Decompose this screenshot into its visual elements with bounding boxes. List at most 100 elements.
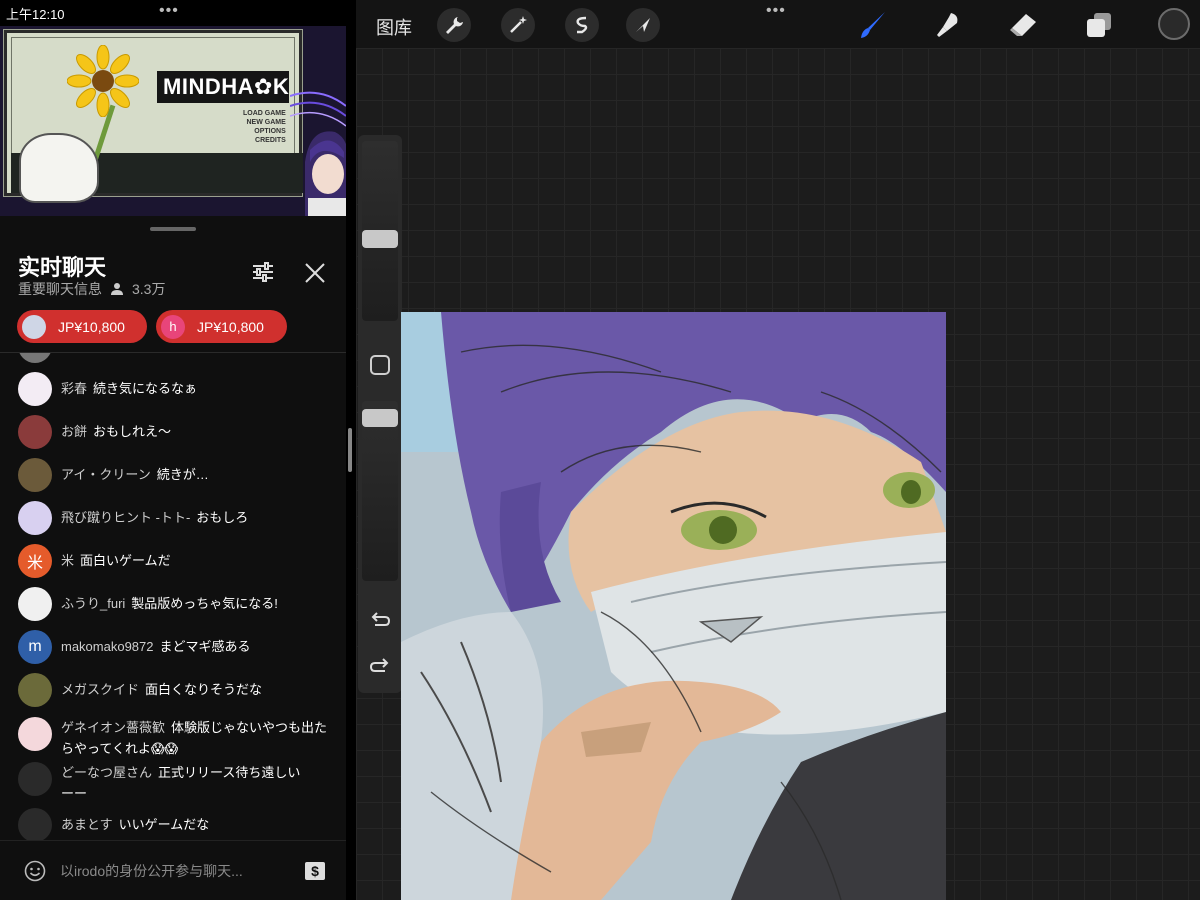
layers-icon xyxy=(1087,13,1111,37)
undo-icon[interactable] xyxy=(369,609,391,631)
artwork-canvas[interactable] xyxy=(401,312,946,900)
super-chat-ticker[interactable]: JP¥10,800 xyxy=(17,310,147,343)
chat-input[interactable] xyxy=(60,859,290,883)
multitask-dots-icon[interactable]: ••• xyxy=(766,3,786,19)
avatar xyxy=(18,353,52,363)
emoji-icon[interactable] xyxy=(24,860,46,882)
chat-message-text: 彩春 続き気になるなぁ xyxy=(61,378,197,399)
selection-button[interactable] xyxy=(565,8,599,42)
chat-message-text: お餅 おもしれえ～ xyxy=(61,421,171,442)
brush-opacity-track[interactable] xyxy=(362,401,398,581)
procreate-canvas-area[interactable]: 图库 ••• xyxy=(356,0,1200,900)
filter-sliders-icon[interactable] xyxy=(252,262,274,282)
eraser-tool[interactable] xyxy=(1006,8,1040,42)
chat-message[interactable]: どーなつ屋さん 正式リリース待ち遠しいーー xyxy=(18,762,338,804)
brush-size-slider[interactable] xyxy=(362,230,398,248)
chat-message-list[interactable]: 彩春 続き気になるなぁ お餅 おもしれえ～ アイ・クリーン 続きが… 飛び蹴りヒント … xyxy=(0,353,346,840)
selection-icon xyxy=(576,16,588,34)
magic-wand-icon xyxy=(510,16,527,33)
brush-opacity-slider[interactable] xyxy=(362,409,398,427)
transform-button[interactable] xyxy=(626,8,660,42)
chat-message[interactable]: あまとす いいゲームだな xyxy=(18,808,338,840)
avatar xyxy=(18,808,52,840)
chat-message[interactable]: 米 米面白いゲームだ xyxy=(18,544,338,578)
chat-subtitle[interactable]: 重要聊天信息 3.3万 xyxy=(18,279,165,299)
chat-message[interactable]: お餅 おもしれえ～ xyxy=(18,415,338,449)
chat-message[interactable]: ゲネイオン薔薇歓 体験版じゃないやつも出たらやってくれよ😱😱 xyxy=(18,717,338,759)
gallery-button[interactable]: 图库 xyxy=(376,14,412,40)
eraser-icon xyxy=(1010,14,1036,36)
chat-content: おもしろ xyxy=(196,510,249,525)
video-player[interactable]: MINDHA✿K LOAD GAME NEW GAME OPTIONS CRED… xyxy=(0,26,346,216)
chat-message-text: ふうり_furi 製品版めっちゃ気になる! xyxy=(61,593,278,614)
super-chat-ticker[interactable]: h JP¥10,800 xyxy=(156,310,287,343)
chat-author: ゲネイオン薔薇歓 xyxy=(61,720,166,735)
avatar xyxy=(18,762,52,796)
status-bar: 上午12:10 ••• xyxy=(0,0,346,26)
chat-message[interactable]: 彩春 続き気になるなぁ xyxy=(18,372,338,406)
chat-content: おもしれえ～ xyxy=(93,424,172,439)
tip-avatar: h xyxy=(161,314,185,339)
modify-button[interactable] xyxy=(370,355,390,375)
game-menu-item: OPTIONS xyxy=(254,128,286,135)
chat-message[interactable]: メガスクイド 面白くなりそうだな xyxy=(18,673,338,707)
game-menu: LOAD GAME NEW GAME OPTIONS CREDITS xyxy=(243,109,286,145)
person-icon xyxy=(111,283,123,295)
chat-message-text: ゲネイオン薔薇歓 体験版じゃないやつも出たらやってくれよ😱😱 xyxy=(61,717,331,759)
multitask-dots-icon[interactable]: ••• xyxy=(159,3,179,19)
layers-tool[interactable] xyxy=(1082,8,1116,42)
game-logo: MINDHA✿K xyxy=(157,71,289,103)
actions-button[interactable] xyxy=(437,8,471,42)
adjustments-button[interactable] xyxy=(501,8,535,42)
avatar xyxy=(18,458,52,492)
avatar xyxy=(18,673,52,707)
tip-avatar xyxy=(22,314,46,339)
chat-message-text: 飛び蹴りヒント -トト- おもしろ xyxy=(61,507,248,528)
wrench-icon xyxy=(446,17,463,34)
chat-message[interactable]: ふうり_furi 製品版めっちゃ気になる! xyxy=(18,587,338,621)
chat-message[interactable]: 飛び蹴りヒント -トト- おもしろ xyxy=(18,501,338,535)
game-screen: MINDHA✿K LOAD GAME NEW GAME OPTIONS CRED… xyxy=(3,29,303,203)
chat-author: 米 xyxy=(61,553,75,568)
gloved-hand xyxy=(19,133,99,203)
avatar xyxy=(18,587,52,621)
viewer-count: 3.3万 xyxy=(132,281,166,297)
paint-brush-icon xyxy=(861,12,885,38)
chat-author: 飛び蹴りヒント -トト- xyxy=(61,510,191,525)
chat-message-text: アイ・クリーン 続きが… xyxy=(61,464,209,485)
color-picker-button[interactable] xyxy=(1158,8,1190,40)
chat-content: 面白いゲームだ xyxy=(80,553,171,568)
chat-message[interactable]: アイ・クリーン 続きが… xyxy=(18,458,338,492)
chat-message-text: 米面白いゲームだ xyxy=(61,550,171,571)
close-icon[interactable] xyxy=(304,262,326,284)
redo-icon[interactable] xyxy=(369,655,391,677)
chat-content: まどマギ感ある xyxy=(159,639,251,654)
smudge-tool[interactable] xyxy=(930,8,964,42)
paint-brush-tool[interactable] xyxy=(856,8,890,42)
chat-content: 続き気になるなぁ xyxy=(93,381,198,396)
chat-message-partial xyxy=(18,353,338,363)
chat-message-text: あまとす いいゲームだな xyxy=(61,814,209,835)
brush-sidebar xyxy=(358,135,402,693)
avatar xyxy=(18,415,52,449)
game-menu-item: CREDITS xyxy=(255,137,286,144)
chat-author: どーなつ屋さん xyxy=(61,765,153,780)
chat-author: あまとす xyxy=(61,817,113,832)
brush-size-track[interactable] xyxy=(362,141,398,321)
super-chat-dollar-icon[interactable]: $ xyxy=(304,861,326,881)
purple-swirl xyxy=(290,91,346,127)
chat-author: makomako9872 xyxy=(61,639,154,654)
svg-text:$: $ xyxy=(311,863,319,879)
chat-author: お餅 xyxy=(61,424,88,439)
chat-author: アイ・クリーン xyxy=(61,467,151,482)
chat-message-text: makomako9872 まどマギ感ある xyxy=(61,636,251,657)
chat-message[interactable]: m makomako9872 まどマギ感ある xyxy=(18,630,338,664)
avatar: 米 xyxy=(18,544,52,578)
chat-content: 続きが… xyxy=(156,467,209,482)
artwork-drawing xyxy=(401,312,946,900)
chat-message-text: どーなつ屋さん 正式リリース待ち遠しいーー xyxy=(61,762,311,804)
split-scrollbar[interactable] xyxy=(348,428,352,472)
tip-amount: JP¥10,800 xyxy=(58,318,125,335)
drag-handle[interactable] xyxy=(150,227,196,231)
chat-author: メガスクイド xyxy=(61,682,140,697)
